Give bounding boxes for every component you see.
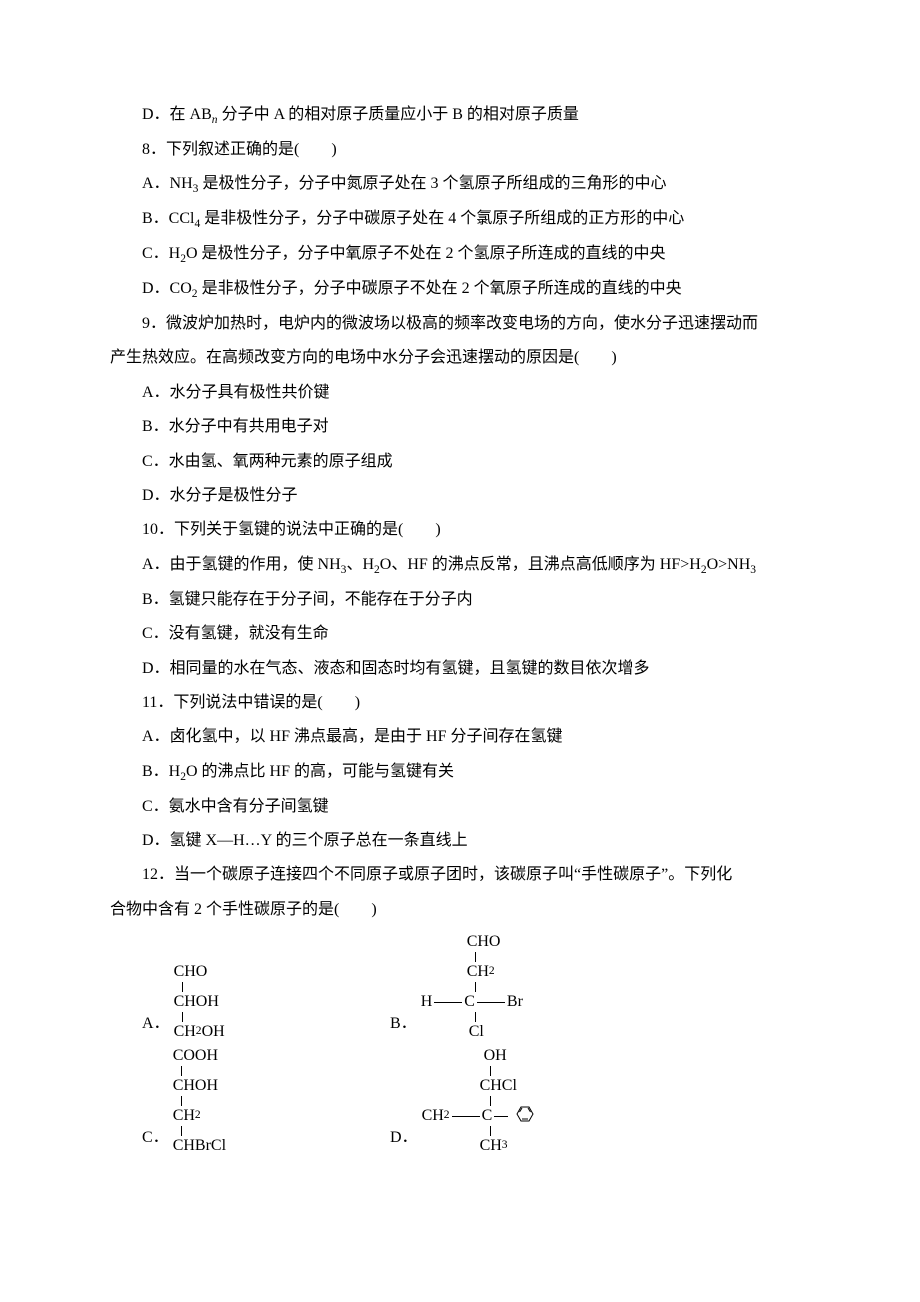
question-11-option-c: C．氨水中含有分子间氢键 xyxy=(110,790,810,824)
question-9-stem-line1: 9．微波炉加热时，电炉内的微波场以极高的频率改变电场的方向，使水分子迅速摆动而 xyxy=(110,307,810,341)
chem-text: Cl xyxy=(469,1024,484,1040)
chem-text: CHOH xyxy=(173,1078,218,1094)
benzene-ring-icon xyxy=(512,1104,534,1128)
subscript: 3 xyxy=(750,564,756,576)
question-9-option-b: B．水分子中有共用电子对 xyxy=(110,410,810,444)
text: C．氨水中含有分子间氢键 xyxy=(142,798,329,815)
chem-text: CHOH xyxy=(174,994,219,1010)
question-8-option-d: D．CO2 是非极性分子，分子中碳原子不处在 2 个氧原子所连成的直线的中央 xyxy=(110,272,810,307)
chem-structure-b: CHO CH2 H C Br Cl xyxy=(421,933,523,1041)
question-11-option-b: B．H2O 的沸点比 HF 的高，可能与氢键有关 xyxy=(110,755,810,790)
text: 合物中含有 2 个手性碳原子的是( ) xyxy=(110,901,377,918)
text: 分子中 A 的相对原子质量应小于 B 的相对原子质量 xyxy=(218,106,579,123)
text: A．水分子具有极性共价键 xyxy=(142,384,330,401)
chem-text: H xyxy=(421,994,433,1010)
question-11-option-d: D．氢键 X—H…Y 的三个原子总在一条直线上 xyxy=(110,824,810,858)
chem-text: C xyxy=(482,1108,493,1124)
option-letter: D． xyxy=(390,1121,422,1155)
chem-text: COOH xyxy=(173,1048,218,1064)
chem-text: CH xyxy=(174,1024,196,1040)
text: C．水由氢、氧两种元素的原子组成 xyxy=(142,453,393,470)
chem-text: CH xyxy=(422,1108,444,1124)
text: 是非极性分子，分子中碳原子处在 4 个氯原子所组成的正方形的中心 xyxy=(200,210,684,227)
text: D．相同量的水在气态、液态和固态时均有氢键，且氢键的数目依次增多 xyxy=(142,660,650,677)
chem-text: CH xyxy=(480,1138,502,1154)
text: 是极性分子，分子中氮原子处在 3 个氢原子所组成的三角形的中心 xyxy=(198,175,666,192)
question-8-option-a: A．NH3 是极性分子，分子中氮原子处在 3 个氢原子所组成的三角形的中心 xyxy=(110,167,810,202)
chem-structure-a: CHO CHOH CH2OH xyxy=(174,963,225,1041)
question-10-option-b: B．氢键只能存在于分子间，不能存在于分子内 xyxy=(110,583,810,617)
text: B．CCl xyxy=(142,210,194,227)
subscript: 2 xyxy=(489,966,495,978)
question-9-stem-line2: 产生热效应。在高频改变方向的电场中水分子会迅速摆动的原因是( ) xyxy=(110,341,810,375)
question-10-option-a: A．由于氢键的作用，使 NH3、H2O、HF 的沸点反常，且沸点高低顺序为 HF… xyxy=(110,548,810,583)
question-11-option-a: A．卤化氢中，以 HF 沸点最高，是由于 HF 分子间存在氢键 xyxy=(110,720,810,754)
text: D．水分子是极性分子 xyxy=(142,487,298,504)
text: C．H xyxy=(142,245,180,262)
subscript: 2 xyxy=(444,1110,450,1122)
subscript: 2 xyxy=(195,1110,201,1122)
option-letter: A． xyxy=(142,1007,174,1041)
text: 8．下列叙述正确的是( ) xyxy=(142,141,337,158)
text: C．没有氢键，就没有生命 xyxy=(142,625,329,642)
question-12-option-c: C． COOH CHOH CH2 CHBrCl xyxy=(110,1047,390,1155)
question-12-option-a: A． CHO CHOH CH2OH xyxy=(110,933,390,1041)
option-letter: C． xyxy=(142,1121,173,1155)
subscript: 3 xyxy=(502,1140,508,1152)
text: O>NH xyxy=(707,556,751,573)
text: O 是极性分子，分子中氧原子不处在 2 个氢原子所连成的直线的中央 xyxy=(186,245,666,262)
chem-text: CHBrCl xyxy=(173,1138,226,1154)
question-8-option-b: B．CCl4 是非极性分子，分子中碳原子处在 4 个氯原子所组成的正方形的中心 xyxy=(110,202,810,237)
text: A．卤化氢中，以 HF 沸点最高，是由于 HF 分子间存在氢键 xyxy=(142,728,562,745)
chem-text: CHO xyxy=(174,964,208,980)
chem-text: CHCl xyxy=(480,1078,517,1094)
text: 是非极性分子，分子中碳原子不处在 2 个氧原子所连成的直线的中央 xyxy=(198,280,682,297)
text: O 的沸点比 HF 的高，可能与氢键有关 xyxy=(186,763,454,780)
text: O、HF 的沸点反常，且沸点高低顺序为 HF>H xyxy=(380,556,701,573)
text: D．在 AB xyxy=(142,106,212,123)
question-10-option-d: D．相同量的水在气态、液态和固态时均有氢键，且氢键的数目依次增多 xyxy=(110,652,810,686)
question-12-stem-line1: 12．当一个碳原子连接四个不同原子或原子团时，该碳原子叫“手性碳原子”。下列化 xyxy=(110,858,810,892)
question-8-option-c: C．H2O 是极性分子，分子中氧原子不处在 2 个氢原子所连成的直线的中央 xyxy=(110,237,810,272)
text: D．CO xyxy=(142,280,192,297)
chem-structure-c: COOH CHOH CH2 CHBrCl xyxy=(173,1047,226,1155)
question-12-options-row-1: A． CHO CHOH CH2OH B． CHO CH2 HCBr Cl xyxy=(110,933,810,1041)
text: 10．下列关于氢键的说法中正确的是( ) xyxy=(142,521,441,538)
question-11-stem: 11．下列说法中错误的是( ) xyxy=(110,686,810,720)
text: 9．微波炉加热时，电炉内的微波场以极高的频率改变电场的方向，使水分子迅速摆动而 xyxy=(142,315,758,332)
question-12-option-b: B． CHO CH2 H C Br Cl xyxy=(390,933,690,1041)
text: 产生热效应。在高频改变方向的电场中水分子会迅速摆动的原因是( ) xyxy=(110,349,617,366)
text: B．水分子中有共用电子对 xyxy=(142,418,329,435)
text: 、H xyxy=(346,556,374,573)
chem-text: CH xyxy=(173,1108,195,1124)
question-12-options-row-2: C． COOH CHOH CH2 CHBrCl D． OH CHCl CH2C … xyxy=(110,1047,810,1155)
question-8-stem: 8．下列叙述正确的是( ) xyxy=(110,133,810,167)
chem-text: C xyxy=(464,994,475,1010)
question-9-option-c: C．水由氢、氧两种元素的原子组成 xyxy=(110,445,810,479)
chem-text: CH xyxy=(467,964,489,980)
question-12-option-d: D． OH CHCl CH2C CH3 xyxy=(390,1047,690,1155)
question-9-option-d: D．水分子是极性分子 xyxy=(110,479,810,513)
chem-text: CHO xyxy=(467,934,501,950)
chem-text: OH xyxy=(484,1048,507,1064)
text: A．由于氢键的作用，使 NH xyxy=(142,556,341,573)
chem-text: Br xyxy=(507,994,523,1010)
text: 11．下列说法中错误的是( ) xyxy=(142,694,360,711)
text: B．氢键只能存在于分子间，不能存在于分子内 xyxy=(142,591,473,608)
question-12-stem-line2: 合物中含有 2 个手性碳原子的是( ) xyxy=(110,893,810,927)
chem-structure-d: OH CHCl CH2C CH3 xyxy=(422,1047,535,1155)
prev-question-option-d: D．在 ABn 分子中 A 的相对原子质量应小于 B 的相对原子质量 xyxy=(110,98,810,133)
question-10-option-c: C．没有氢键，就没有生命 xyxy=(110,617,810,651)
text: 12．当一个碳原子连接四个不同原子或原子团时，该碳原子叫“手性碳原子”。下列化 xyxy=(142,866,732,883)
question-9-option-a: A．水分子具有极性共价键 xyxy=(110,376,810,410)
chem-text: OH xyxy=(202,1024,225,1040)
text: D．氢键 X—H…Y 的三个原子总在一条直线上 xyxy=(142,832,468,849)
question-10-stem: 10．下列关于氢键的说法中正确的是( ) xyxy=(110,513,810,547)
text: B．H xyxy=(142,763,180,780)
text: A．NH xyxy=(142,175,193,192)
option-letter: B． xyxy=(390,1007,421,1041)
